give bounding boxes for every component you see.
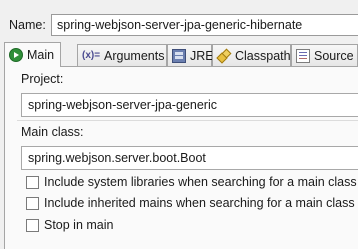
- main-tab-panel: Project: spring-webjson-server-jpa-gener…: [4, 66, 358, 249]
- tab-jre[interactable]: JRE: [167, 44, 214, 66]
- main-run-icon: [9, 48, 23, 62]
- tab-source-label: Source: [314, 48, 354, 63]
- jre-library-icon: [172, 48, 186, 63]
- tab-bar: Main (x)= Arguments JRE Classpath Source: [4, 42, 358, 67]
- include-inherited-mains-row[interactable]: Include inherited mains when searching f…: [26, 196, 355, 210]
- main-class-input[interactable]: spring.webjson.server.boot.Boot: [21, 146, 358, 170]
- configuration-name-input[interactable]: spring-webjson-server-jpa-generic-hibern…: [51, 14, 358, 36]
- name-label: Name:: [9, 18, 46, 32]
- stop-in-main-label: Stop in main: [44, 218, 114, 232]
- tab-jre-label: JRE: [190, 48, 214, 63]
- tab-arguments[interactable]: (x)= Arguments: [77, 44, 167, 66]
- tab-arguments-label: Arguments: [104, 48, 165, 63]
- name-row: Name: spring-webjson-server-jpa-generic-…: [4, 14, 358, 38]
- group-separator: [17, 120, 358, 121]
- tab-classpath-label: Classpath: [235, 48, 291, 63]
- include-system-libraries-label: Include system libraries when searching …: [44, 175, 357, 189]
- include-system-libraries-row[interactable]: Include system libraries when searching …: [26, 175, 357, 189]
- classpath-icon: [217, 49, 231, 63]
- tab-main[interactable]: Main: [4, 42, 61, 67]
- include-inherited-mains-label: Include inherited mains when searching f…: [44, 196, 355, 210]
- stop-in-main-row[interactable]: Stop in main: [26, 218, 113, 232]
- stop-in-main-checkbox[interactable]: [26, 218, 39, 232]
- source-icon: [296, 48, 310, 63]
- include-inherited-mains-checkbox[interactable]: [26, 196, 39, 210]
- arguments-icon: (x)=: [82, 49, 101, 61]
- tab-source[interactable]: Source: [291, 44, 358, 66]
- project-label: Project:: [21, 72, 64, 86]
- main-class-label: Main class:: [21, 125, 84, 139]
- tab-main-label: Main: [27, 48, 55, 62]
- include-system-libraries-checkbox[interactable]: [26, 175, 39, 189]
- project-input[interactable]: spring-webjson-server-jpa-generic: [21, 93, 358, 117]
- tab-classpath[interactable]: Classpath: [212, 44, 291, 66]
